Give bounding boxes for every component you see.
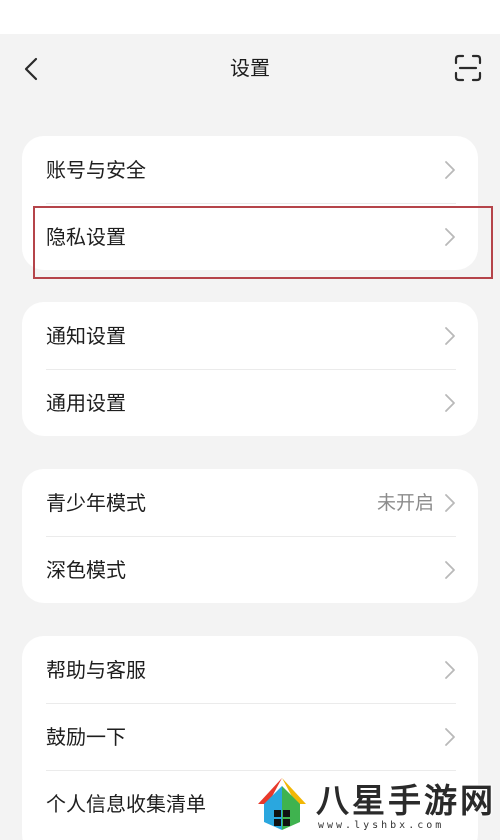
watermark-text: 八星手游网: [316, 781, 496, 820]
row-label: 帮助与客服: [46, 657, 146, 682]
row-label: 通用设置: [46, 390, 126, 415]
row-general-settings[interactable]: 通用设置: [22, 369, 478, 436]
row-label: 账号与安全: [46, 157, 146, 182]
chevron-right-icon: [445, 326, 455, 345]
page-title: 设置: [230, 56, 270, 80]
chevron-right-icon: [445, 727, 455, 746]
row-label: 通知设置: [46, 323, 126, 348]
status-bar: [0, 0, 500, 34]
chevron-right-icon: [445, 393, 455, 412]
row-encourage[interactable]: 鼓励一下: [22, 703, 478, 770]
settings-group-modes: 青少年模式 未开启 深色模式: [22, 469, 478, 603]
chevron-right-icon: [445, 493, 455, 512]
row-teen-mode[interactable]: 青少年模式 未开启: [22, 469, 478, 536]
watermark-url: www.lyshbx.com: [318, 820, 445, 831]
row-label: 隐私设置: [46, 224, 126, 249]
row-help-support[interactable]: 帮助与客服: [22, 636, 478, 703]
chevron-right-icon: [445, 227, 455, 246]
row-account-security[interactable]: 账号与安全: [22, 136, 478, 203]
chevron-right-icon: [445, 660, 455, 679]
settings-group-notifications: 通知设置 通用设置: [22, 302, 478, 436]
chevron-right-icon: [445, 160, 455, 179]
row-label: 鼓励一下: [46, 724, 126, 749]
row-notification-settings[interactable]: 通知设置: [22, 302, 478, 369]
row-privacy-settings[interactable]: 隐私设置: [22, 203, 478, 270]
row-label: 青少年模式: [46, 490, 146, 515]
watermark-logo-icon: [258, 778, 306, 830]
settings-group-account: 账号与安全 隐私设置: [22, 136, 478, 270]
watermark: 八星手游网 www.lyshbx.com: [248, 768, 500, 840]
settings-page: 设置 账号与安全 隐私设置 通知设置 通用设置 青少年模式 未开启 深色模式 帮…: [0, 0, 500, 840]
chevron-right-icon: [445, 560, 455, 579]
navigation-bar: 设置: [0, 34, 500, 102]
scan-icon[interactable]: [454, 54, 482, 82]
row-dark-mode[interactable]: 深色模式: [22, 536, 478, 603]
row-label: 深色模式: [46, 557, 126, 582]
teen-mode-status: 未开启: [376, 491, 434, 514]
